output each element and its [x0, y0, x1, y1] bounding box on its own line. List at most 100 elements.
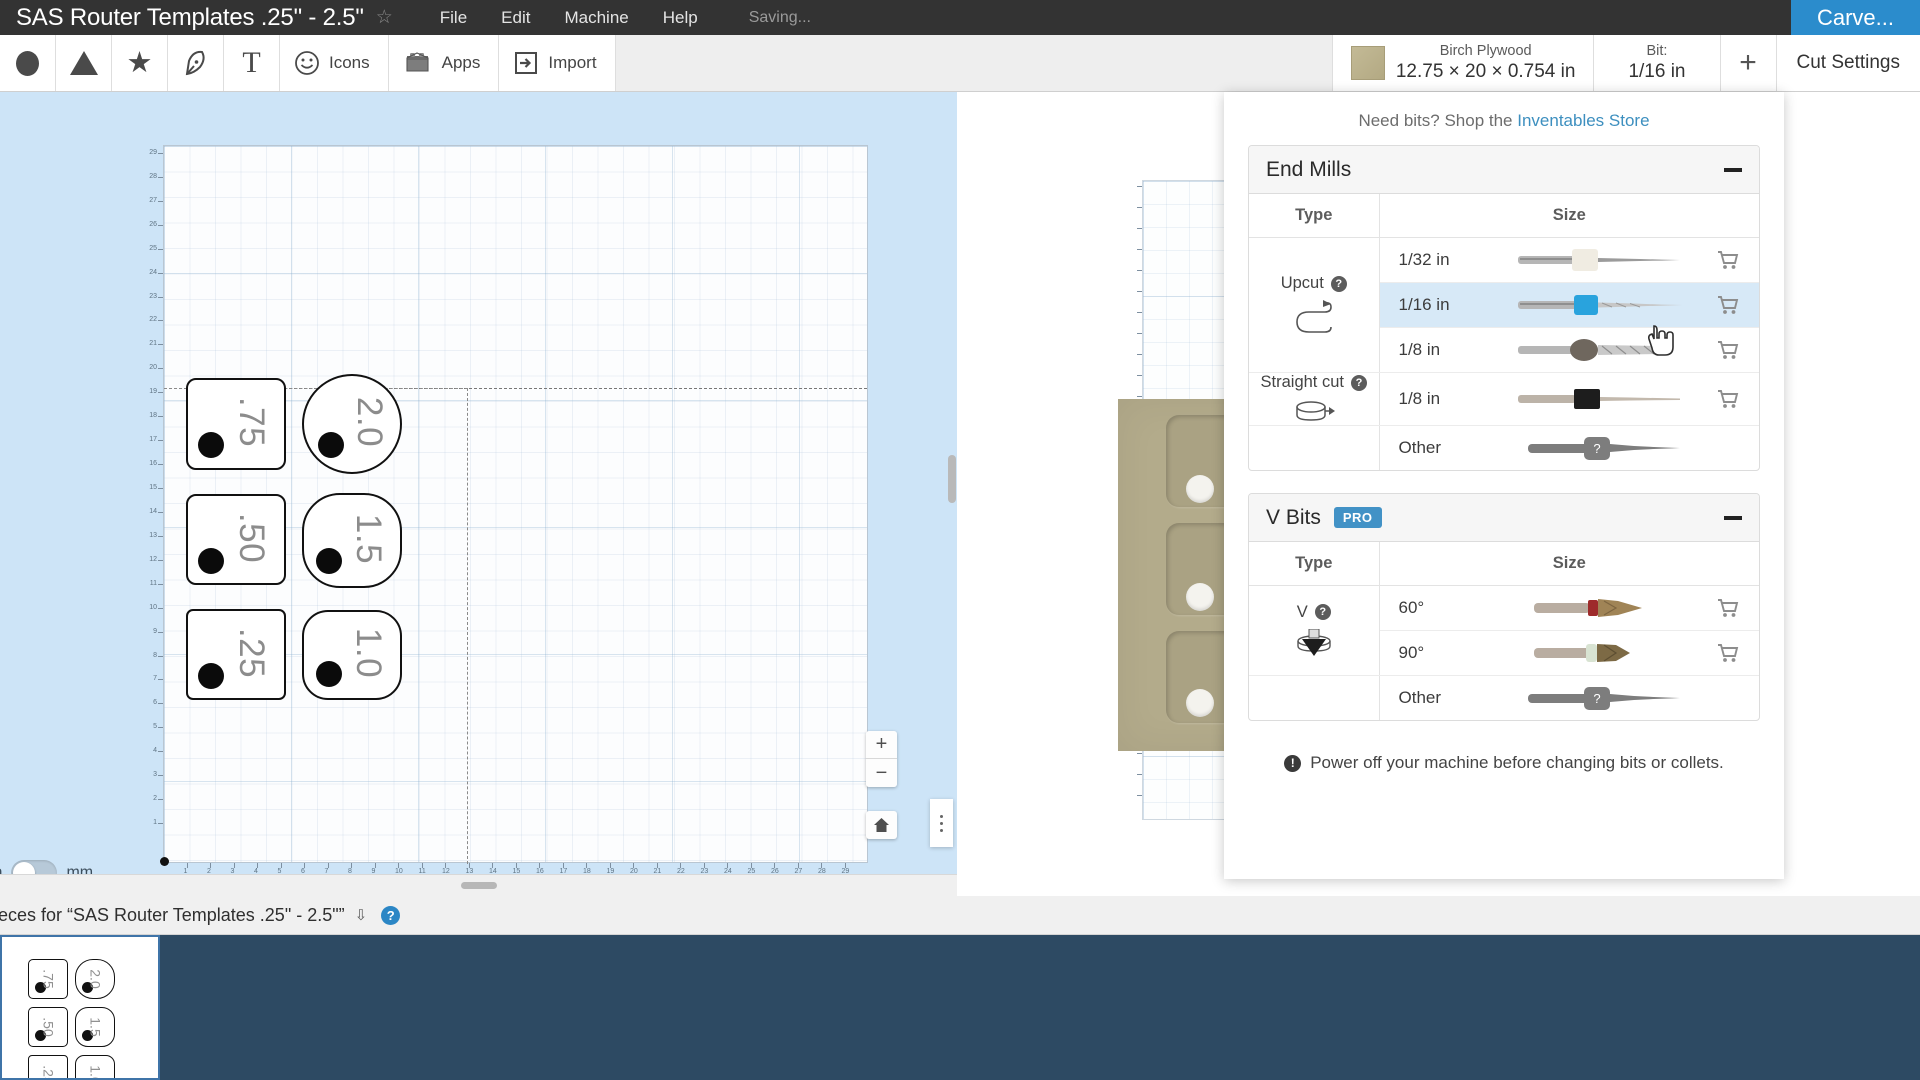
warning-text: Power off your machine before changing b… — [1310, 753, 1724, 772]
favorite-star-icon[interactable]: ☆ — [376, 8, 393, 27]
workpieces-bar: pieces for “SAS Router Templates .25" - … — [0, 896, 1920, 935]
minus-icon[interactable] — [1724, 167, 1742, 172]
bit-size-label: Other — [1398, 688, 1442, 707]
minus-icon[interactable] — [1724, 515, 1742, 520]
section-end-mills-header[interactable]: End Mills — [1249, 146, 1759, 194]
hole — [316, 661, 342, 687]
svg-text:?: ? — [1593, 441, 1600, 456]
cart-icon[interactable] — [1713, 295, 1743, 315]
v-bits-table: Type Size V ? 60° 90° Other ? — [1249, 542, 1759, 720]
unknown-bit-icon: ? — [1491, 433, 1714, 463]
bit-option-other-vbit[interactable]: Other ? — [1380, 676, 1760, 720]
bit-size-label: 1/8 in — [1398, 340, 1441, 359]
menu-item-file[interactable]: File — [423, 2, 484, 34]
template-20[interactable]: 2.0 — [302, 374, 402, 474]
bit-image — [1491, 292, 1714, 318]
workpieces-tray — [0, 935, 1920, 1080]
bit-selection-panel: Need bits? Shop the Inventables Store En… — [1224, 92, 1784, 879]
template-025[interactable]: .25 — [186, 609, 286, 700]
pen-tool-button[interactable] — [168, 35, 224, 91]
cart-icon[interactable] — [1713, 250, 1743, 270]
cart-icon[interactable] — [1713, 389, 1743, 409]
icons-button[interactable]: Icons — [280, 35, 389, 91]
star-tool-button[interactable]: ★ — [112, 35, 168, 91]
type-label: Straight cut — [1260, 373, 1344, 391]
table-row: Upcut ? 1/32 in — [1249, 237, 1760, 373]
bit-selector-button[interactable]: Bit: 1/16 in — [1594, 35, 1721, 91]
bit-size-cell: Other ? — [1379, 426, 1759, 471]
text-tool-button[interactable]: T — [224, 35, 280, 91]
ruler-label: 27 — [149, 196, 157, 204]
star-icon: ★ — [126, 46, 153, 79]
template-075[interactable]: .75 — [186, 378, 286, 470]
help-icon[interactable]: ? — [1314, 604, 1331, 620]
bit-label: Bit: — [1646, 43, 1668, 60]
zoom-in-button[interactable]: + — [866, 731, 897, 759]
thumb-label: .50 — [40, 1017, 57, 1037]
chevron-double-down-icon[interactable]: ⇩ — [355, 906, 368, 924]
bit-option-other-endmill[interactable]: Other ? — [1380, 426, 1760, 470]
ruler-label: 1 — [153, 819, 157, 827]
ruler-label: 3 — [153, 771, 157, 779]
type-name: V ? — [1297, 603, 1331, 622]
ruler-label: 28 — [149, 172, 157, 180]
material-dimensions: 12.75 × 20 × 0.754 in — [1395, 61, 1576, 83]
material-button[interactable]: Birch Plywood 12.75 × 20 × 0.754 in — [1332, 35, 1595, 91]
template-15[interactable]: 1.5 — [302, 493, 402, 588]
bit-option-60deg[interactable]: 60° — [1380, 586, 1760, 630]
import-button[interactable]: Import — [499, 35, 616, 91]
bit-option-1-16in[interactable]: 1/16 in — [1379, 283, 1759, 327]
work-area[interactable]: .75 2.0 .50 1.5 .25 1.0 — [160, 145, 868, 866]
cart-icon[interactable] — [1713, 643, 1743, 663]
unknown-bit-icon: ? — [1491, 683, 1714, 713]
inventables-store-link[interactable]: Inventables Store — [1517, 111, 1649, 130]
canvas-more-button[interactable] — [930, 799, 953, 847]
template-label: .25 — [231, 627, 271, 678]
help-circle-icon[interactable]: ? — [381, 905, 401, 925]
bit-size-label: 90° — [1398, 643, 1425, 662]
bit-size-cell: 1/8 in — [1379, 372, 1760, 426]
ruler-label: 10 — [149, 603, 157, 611]
ruler-label: 11 — [149, 579, 157, 587]
ruler-label: 12 — [149, 555, 157, 563]
section-v-bits-header[interactable]: V Bits PRO — [1249, 494, 1759, 542]
zoom-controls: + − — [866, 731, 897, 787]
add-bit-button[interactable]: + — [1720, 35, 1777, 91]
cart-icon[interactable] — [1713, 598, 1743, 618]
canvas-vertical-scrollbar[interactable] — [948, 455, 956, 503]
panel-splitter[interactable] — [0, 874, 957, 896]
pen-nib-icon — [185, 50, 205, 76]
zoom-home-button[interactable] — [866, 811, 897, 839]
splitter-grip[interactable] — [460, 882, 497, 889]
menu-item-edit[interactable]: Edit — [484, 2, 547, 34]
bit-size-cell: 60° — [1379, 585, 1760, 631]
design-canvas[interactable]: 29 28 27 26 25 24 23 22 21 20 19 18 17 16 15 14 13 12 11 10… — [0, 92, 957, 897]
help-icon[interactable]: ? — [1330, 275, 1347, 292]
template-050[interactable]: .50 — [186, 494, 286, 585]
help-icon[interactable]: ? — [1350, 374, 1367, 391]
thumb-label: .75 — [40, 969, 57, 989]
triangle-icon — [69, 51, 98, 75]
end-mills-table: Type Size Upcut ? 1/32 in 1/16 in 1/8 in… — [1249, 194, 1759, 470]
bit-image — [1491, 337, 1714, 363]
bit-option-1-8in-upcut[interactable]: 1/8 in — [1380, 328, 1760, 372]
zoom-out-button[interactable]: − — [866, 759, 897, 787]
document-title: SAS Router Templates .25" - 2.5" — [16, 3, 364, 31]
bit-option-90deg[interactable]: 90° — [1380, 631, 1760, 675]
material-swatch — [1350, 46, 1385, 80]
apps-button[interactable]: Apps — [388, 35, 500, 91]
table-header-row: Type Size — [1249, 194, 1759, 238]
polygon-tool-button[interactable] — [56, 35, 112, 91]
menu-item-machine[interactable]: Machine — [547, 2, 645, 34]
carve-button[interactable]: Carve... — [1790, 0, 1920, 35]
cut-settings-button[interactable]: Cut Settings — [1776, 35, 1920, 91]
template-10[interactable]: 1.0 — [302, 610, 402, 700]
menu-item-help[interactable]: Help — [646, 2, 715, 34]
workpiece-thumbnail[interactable]: .75 2.0 .50 1.5 .25 1.0 — [0, 935, 160, 1080]
bit-option-1-8in-straight[interactable]: 1/8 in — [1380, 377, 1760, 421]
table-row: Other ? — [1249, 675, 1760, 720]
cart-icon[interactable] — [1713, 340, 1743, 360]
ellipse-tool-button[interactable] — [0, 35, 56, 91]
toolbar: ★ T Icons Apps Import Birch Plywood 12.7… — [0, 35, 1920, 92]
bit-option-1-32in[interactable]: 1/32 in — [1380, 238, 1760, 282]
